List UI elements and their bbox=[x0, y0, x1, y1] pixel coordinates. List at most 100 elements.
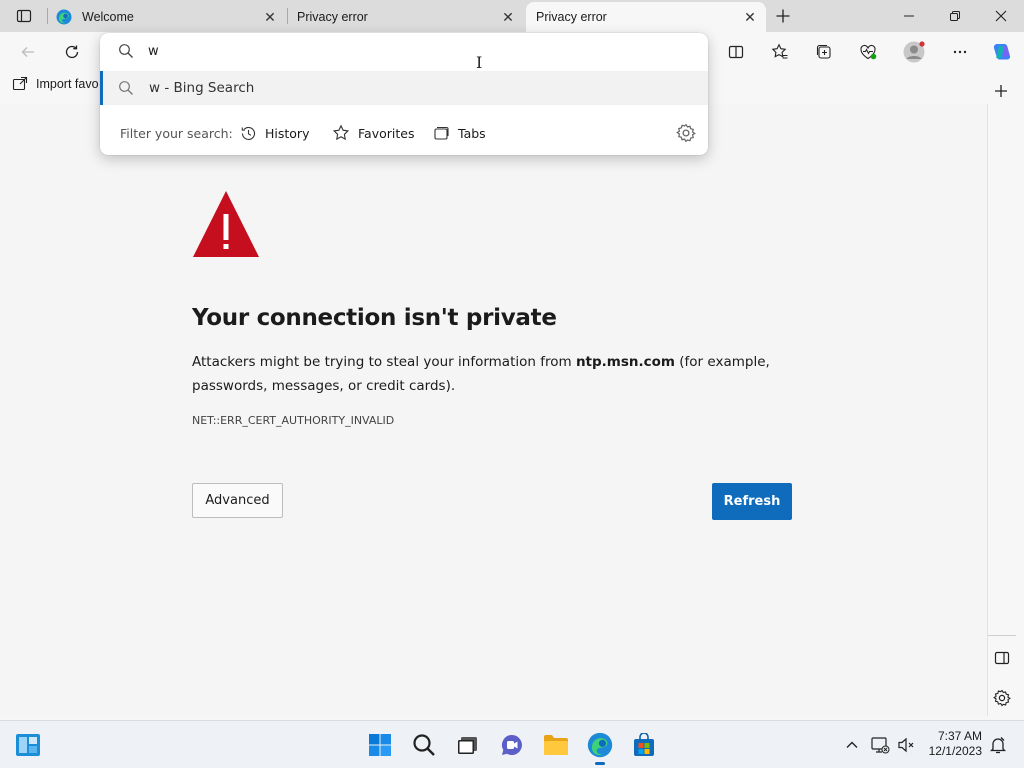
start-button[interactable] bbox=[364, 729, 396, 761]
favorites-button[interactable] bbox=[764, 36, 796, 68]
tab-title: Welcome bbox=[82, 10, 134, 24]
copilot-icon bbox=[993, 44, 1011, 60]
star-list-icon bbox=[771, 43, 788, 59]
chevron-up-icon bbox=[846, 741, 858, 748]
address-bar-dropdown: I w - Bing Search Filter your search: Hi… bbox=[100, 33, 708, 155]
tab-title: Privacy error bbox=[297, 10, 368, 24]
error-page bbox=[0, 104, 988, 716]
arrow-left-icon bbox=[21, 47, 34, 57]
show-hidden-icons-button[interactable] bbox=[836, 729, 868, 761]
filter-label: Filter your search: bbox=[120, 126, 233, 141]
filter-history[interactable]: History bbox=[240, 121, 309, 145]
chat-icon bbox=[501, 734, 522, 755]
import-favorites-link[interactable]: Import favo bbox=[12, 76, 99, 92]
clock-date: 12/1/2023 bbox=[928, 744, 982, 758]
reload-button[interactable] bbox=[56, 36, 88, 68]
minimize-button[interactable] bbox=[886, 0, 932, 32]
notification-button[interactable] bbox=[984, 729, 1012, 761]
more-horizontal-icon bbox=[953, 50, 967, 54]
network-status[interactable] bbox=[866, 729, 894, 761]
speaker-muted-icon bbox=[898, 737, 914, 753]
clock[interactable]: 7:37 AM 12/1/2023 bbox=[926, 729, 982, 759]
restore-icon bbox=[950, 11, 960, 21]
new-tab-button[interactable] bbox=[770, 4, 796, 28]
refresh-button[interactable]: Refresh bbox=[712, 483, 792, 520]
gear-icon bbox=[993, 689, 1011, 707]
close-icon[interactable]: ✕ bbox=[262, 9, 278, 25]
tab-strip: Welcome ✕ Privacy error ✕ Privacy error … bbox=[0, 0, 1024, 32]
folder-icon bbox=[544, 735, 568, 755]
store-bag-icon bbox=[634, 733, 654, 756]
close-icon bbox=[995, 10, 1007, 22]
suggestion-label: w - Bing Search bbox=[149, 80, 255, 96]
address-input[interactable] bbox=[148, 41, 648, 61]
minimize-icon bbox=[904, 15, 914, 17]
chat-button[interactable] bbox=[496, 729, 528, 761]
sidebar-divider bbox=[988, 635, 1016, 636]
task-view-button[interactable] bbox=[452, 729, 484, 761]
back-button[interactable] bbox=[12, 36, 44, 68]
filter-tabs[interactable]: Tabs bbox=[433, 121, 486, 145]
sidebar-settings-button[interactable] bbox=[986, 682, 1018, 714]
file-explorer-button[interactable] bbox=[540, 729, 572, 761]
error-code: NET::ERR_CERT_AUTHORITY_INVALID bbox=[192, 414, 395, 427]
copilot-button[interactable] bbox=[986, 36, 1018, 68]
split-screen-icon bbox=[728, 45, 744, 59]
edge-logo-icon bbox=[587, 732, 613, 758]
address-bar: I bbox=[100, 33, 708, 72]
hostname: ntp.msn.com bbox=[575, 354, 675, 370]
store-button[interactable] bbox=[628, 729, 660, 761]
page-title: Your connection isn't private bbox=[192, 305, 557, 331]
avatar-icon bbox=[903, 41, 925, 63]
search-icon bbox=[119, 44, 133, 58]
warning-triangle-icon bbox=[193, 191, 259, 257]
star-icon bbox=[332, 124, 350, 141]
sidebar-panel-icon bbox=[994, 651, 1010, 665]
restore-button[interactable] bbox=[932, 0, 978, 32]
advanced-button[interactable]: Advanced bbox=[192, 483, 283, 518]
close-icon[interactable]: ✕ bbox=[500, 9, 516, 25]
suggestion-bing-search[interactable]: w - Bing Search bbox=[100, 71, 708, 105]
filter-history-label: History bbox=[265, 125, 310, 141]
search-button[interactable] bbox=[408, 729, 440, 761]
hide-sidebar-button[interactable] bbox=[986, 642, 1018, 674]
collections-button[interactable] bbox=[808, 36, 840, 68]
clock-time: 7:37 AM bbox=[937, 729, 982, 743]
search-filter-row: Filter your search: History Favorites Ta… bbox=[100, 117, 708, 149]
heart-pulse-icon bbox=[860, 44, 877, 60]
widgets-button[interactable] bbox=[12, 729, 44, 761]
import-favorites-label: Import favo bbox=[36, 77, 99, 91]
sidebar bbox=[988, 104, 1024, 716]
reload-icon bbox=[65, 45, 79, 59]
tab-actions-button[interactable] bbox=[8, 2, 40, 30]
close-icon[interactable]: ✕ bbox=[742, 9, 758, 25]
edge-logo-icon bbox=[56, 9, 72, 25]
tab-privacy-error-2[interactable]: Privacy error ✕ bbox=[526, 2, 766, 32]
tab-privacy-error-1[interactable]: Privacy error ✕ bbox=[288, 2, 524, 32]
network-icon bbox=[871, 737, 890, 754]
more-options-button[interactable] bbox=[944, 36, 976, 68]
filter-favorites-label: Favorites bbox=[358, 125, 415, 141]
text-cursor-icon: I bbox=[476, 53, 483, 72]
gear-icon[interactable] bbox=[676, 123, 696, 143]
history-icon bbox=[241, 126, 256, 140]
task-view-icon bbox=[458, 737, 477, 754]
collections-icon bbox=[816, 44, 831, 59]
browser-essentials-button[interactable] bbox=[852, 36, 884, 68]
error-description: Attackers might be trying to steal your … bbox=[192, 350, 792, 398]
sidebar-add-button[interactable] bbox=[986, 76, 1016, 106]
plus-icon bbox=[995, 85, 1007, 97]
search-icon bbox=[119, 81, 133, 95]
plus-icon bbox=[776, 9, 790, 23]
widgets-icon bbox=[16, 734, 40, 756]
split-screen-button[interactable] bbox=[720, 36, 752, 68]
filter-favorites[interactable]: Favorites bbox=[332, 121, 414, 145]
edge-taskbar-button[interactable] bbox=[584, 729, 616, 765]
tab-welcome[interactable]: Welcome ✕ bbox=[48, 2, 286, 32]
import-icon bbox=[12, 76, 28, 91]
volume-status[interactable] bbox=[892, 729, 920, 761]
profile-button[interactable] bbox=[898, 36, 930, 68]
taskbar: 7:37 AM 12/1/2023 bbox=[0, 720, 1024, 768]
tabs-icon bbox=[434, 126, 449, 140]
close-window-button[interactable] bbox=[978, 0, 1024, 32]
